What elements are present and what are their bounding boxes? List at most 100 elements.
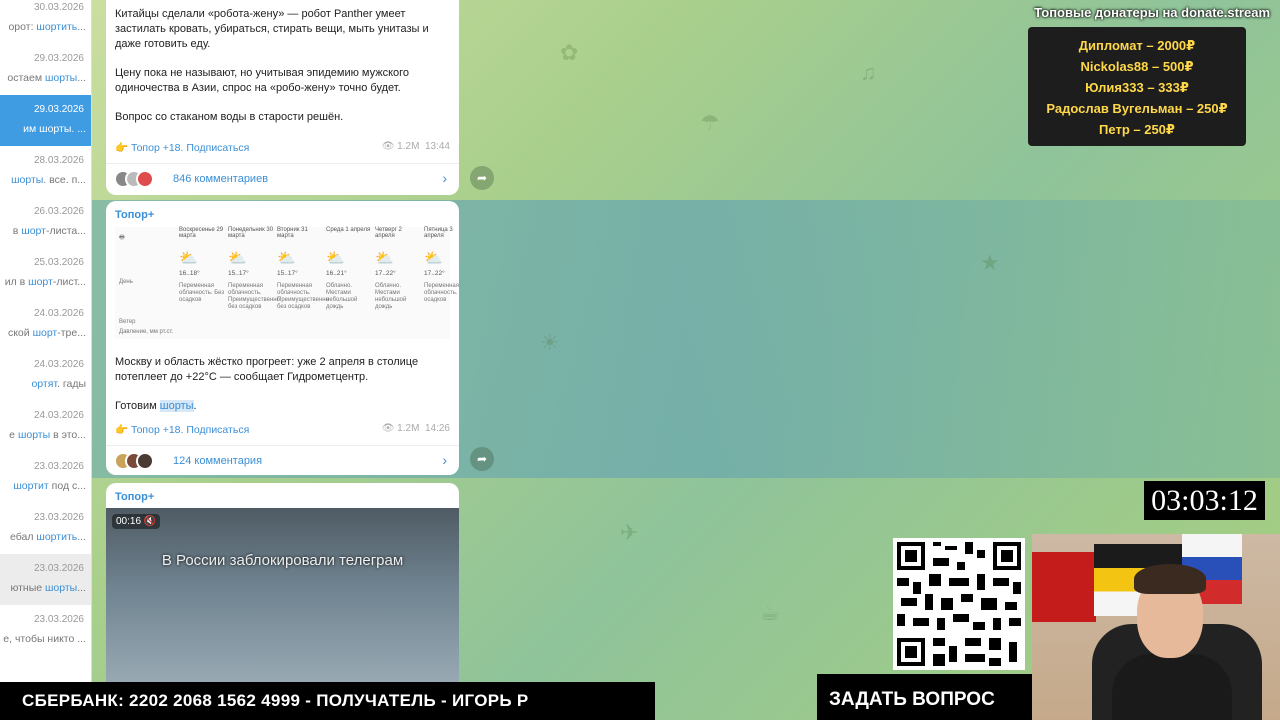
doodle-icon: ☀ [540,330,560,355]
chat-date: 23.03.2026 [33,563,84,574]
weather-row-label: День [119,279,133,285]
avatar [136,170,154,188]
sun-cloud-icon: ⛅ [277,250,296,267]
chat-snippet: в шорт-листа... [12,225,86,237]
chevron-right-icon: › [442,170,447,186]
message-author[interactable]: Топор+ [106,201,459,221]
video-caption: В России заблокировали телеграм [161,552,404,569]
chat-list-item[interactable]: 24.03.2026 е шорты в это... [0,401,91,452]
chat-snippet: шортит под с... [13,480,86,492]
chat-snippet: ил в шорт-лист... [4,276,86,288]
chat-snippet: шорты. все. п... [11,174,86,186]
chat-date: 25.03.2026 [33,257,84,268]
chat-date: 28.03.2026 [33,155,84,166]
donor-entry: Юлия333 – 333₽ [1085,80,1189,95]
chat-list-item[interactable]: 25.03.2026 ил в шорт-лист... [0,248,91,299]
streamer-hair [1134,564,1206,594]
sun-cloud-icon: ⛅ [228,250,247,267]
chat-date: 24.03.2026 [33,359,84,370]
chat-snippet: ортят. гады [31,378,86,390]
doodle-icon: ☂ [700,110,720,135]
chat-date: 29.03.2026 [33,104,84,115]
video-player[interactable]: 00:16 🔇 В России заблокировали телеграм [106,508,459,683]
chat-list-item[interactable]: 26.03.2026 в шорт-листа... [0,197,91,248]
message-text: Китайцы сделали «робота-жену» — робот Pa… [115,8,429,50]
chat-list-item[interactable]: 29.03.2026 остаем шорты... [0,44,91,95]
chat-list-item[interactable]: 28.03.2026 шорты. все. п... [0,146,91,197]
chat-snippet: е, чтобы никто ... [3,633,86,645]
ask-question-banner: ЗАДАТЬ ВОПРОС [817,674,1032,720]
chat-date: 23.03.2026 [33,512,84,523]
share-icon[interactable]: ➦ [470,166,494,190]
chat-list-item[interactable]: 30.03.2026 орот: шортить... [0,0,91,44]
chat-list-item[interactable]: 24.03.2026 ортят. гады [0,350,91,401]
chat-snippet: ютные шорты... [10,582,86,594]
chat-list-item[interactable]: 23.03.2026 е, чтобы никто ... [0,605,91,656]
sun-cloud-icon: ⛅ [179,250,198,267]
message-weather[interactable]: Топор+ 🖶 День Ветер Давление, мм рт.ст. … [106,201,459,475]
bank-details-banner: СБЕРБАНК: 2202 2068 1562 4999 - ПОЛУЧАТЕ… [0,682,655,720]
chat-date: 30.03.2026 [33,2,84,13]
stream-timer: 03:03:12 [1144,481,1265,520]
donor-entry: Петр – 250₽ [1099,122,1175,137]
doodle-icon: ★ [980,250,1000,275]
share-icon[interactable]: ➦ [470,447,494,471]
message-author[interactable]: Топор+ [106,483,459,503]
print-icon: 🖶 [119,235,125,241]
views-icon: 👁 [381,423,395,434]
sun-cloud-icon: ⛅ [375,250,394,267]
doodle-icon: ♫ [860,60,877,85]
message-time: 14:26 [424,423,450,434]
weather-day: Среда 1 апреля ⛅ 16..21° Облачно. Местами н… [326,227,374,311]
message-text: Готовим шорты. [115,400,197,412]
comments-button[interactable]: 124 комментария › [106,445,459,475]
views-count: 1.2M [397,423,420,434]
chat-list-item[interactable]: 23.03.2026 ебал шортить... [0,503,91,554]
donor-entry: Nickolas88 – 500₽ [1080,59,1194,74]
chat-snippet: орот: шортить... [8,21,86,33]
weather-row-label: Ветер [119,319,136,325]
chat-date: 24.03.2026 [33,308,84,319]
chat-list-item[interactable]: 29.03.2026 им шорты. ... [0,95,91,146]
views-icon: 👁 [381,141,395,152]
chat-list-item[interactable]: 23.03.2026 шортит под с... [0,452,91,503]
commenter-avatars [114,170,154,188]
views-count: 1.2M [397,141,420,152]
video-duration: 00:16 🔇 [112,514,161,529]
comments-button[interactable]: 846 комментариев › [106,163,459,193]
chat-snippet: остаем шорты... [7,72,86,84]
chat-snippet: е шорты в это... [9,429,86,441]
weather-day: Четверг 2 апреля ⛅ 17..22° Облачно. Местами… [375,227,423,311]
chat-date: 26.03.2026 [33,206,84,217]
comments-count: 846 комментариев [173,173,269,185]
avatar [136,452,154,470]
search-highlight: шорты [159,400,194,412]
weather-day: Понедельник 30 марта ⛅ 15..17° Переменная о… [228,227,280,310]
message-video[interactable]: Топор+ 00:16 🔇 В России заблокировали те… [106,483,459,693]
flag [1032,552,1096,622]
commenter-avatars [114,452,154,470]
webcam-feed [1032,534,1280,720]
sun-cloud-icon: ⛅ [424,250,443,267]
weather-forecast-image: 🖶 День Ветер Давление, мм рт.ст. Воскрес… [115,227,459,339]
donor-entry: Дипломат – 2000₽ [1078,38,1196,53]
weather-day: Вторник 31 марта ⛅ 15..17° Переменная облач… [277,227,329,310]
subscribe-link[interactable]: 👉 Топор +18. Подписаться [115,142,249,154]
mute-icon: 🔇 [143,516,157,527]
message-robot-wife[interactable]: Китайцы сделали «робота-жену» — робот Pa… [106,0,459,195]
qr-code[interactable] [893,538,1025,670]
donor-entry: Радослав Вугельман – 250₽ [1046,101,1228,116]
chat-list-sidebar[interactable]: 30.03.2026 орот: шортить... 29.03.2026 оста… [0,0,92,720]
subscribe-link[interactable]: 👉 Топор +18. Подписаться [115,424,249,436]
message-text: Вопрос со стаканом воды в старости решён… [115,111,344,123]
chat-list-item[interactable]: 23.03.2026 ютные шорты... [0,554,91,605]
donors-title: Топовые донатеры на donate.stream [1034,5,1270,20]
message-text: Цену пока не называют, но учитывая эпиде… [115,67,410,94]
sun-cloud-icon: ⛅ [326,250,345,267]
chat-snippet: ской шорт-тре... [7,327,86,339]
streamer-body [1112,654,1232,720]
message-time: 13:44 [424,141,450,152]
chat-date: 23.03.2026 [33,461,84,472]
chevron-right-icon: › [442,452,447,468]
chat-list-item[interactable]: 24.03.2026 ской шорт-тре... [0,299,91,350]
